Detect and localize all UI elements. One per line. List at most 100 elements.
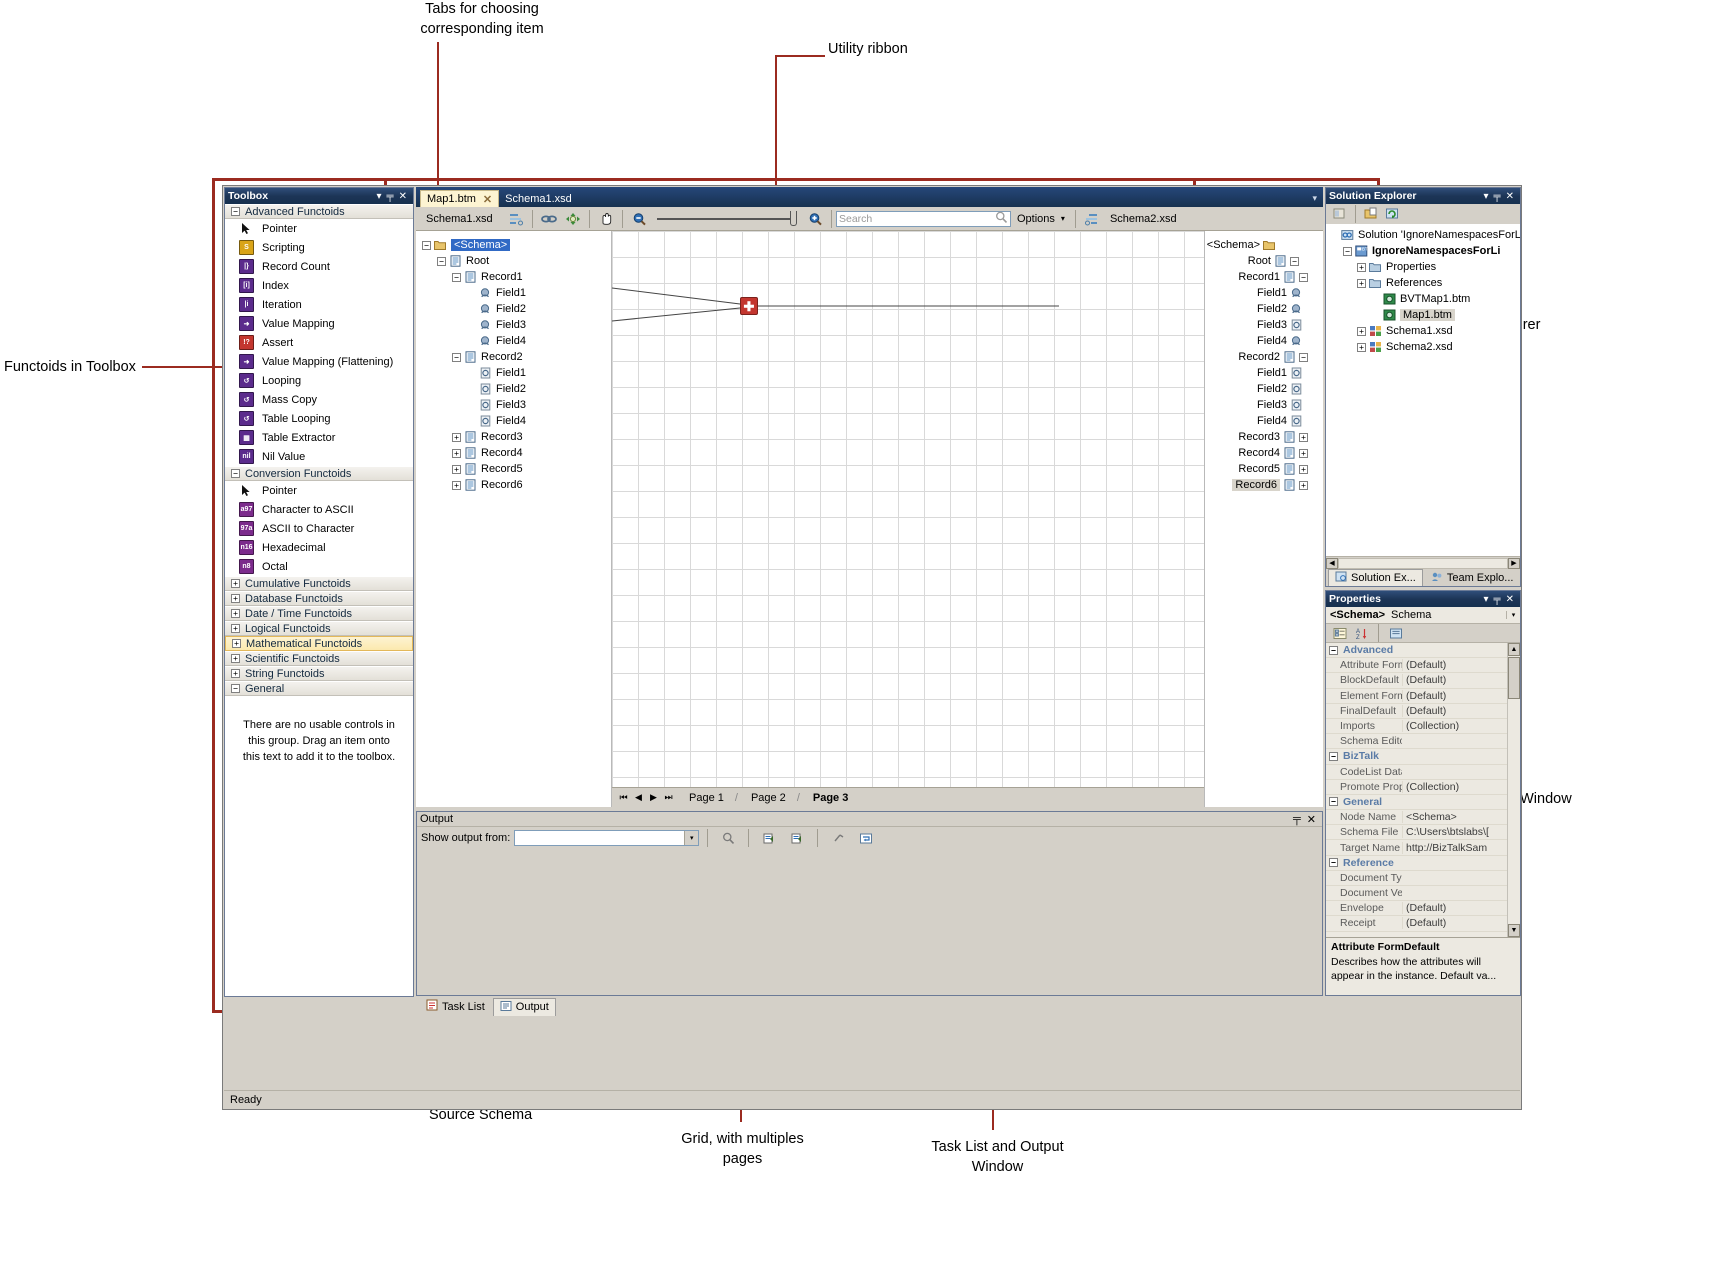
zoom-slider[interactable] bbox=[657, 218, 797, 220]
collapse-icon[interactable]: − bbox=[1329, 858, 1338, 867]
scroll-thumb[interactable] bbox=[1338, 558, 1508, 569]
close-icon[interactable]: ✕ bbox=[1506, 191, 1514, 202]
property-value[interactable]: <Schema> bbox=[1402, 811, 1520, 823]
destination-tree-node[interactable]: Field2 bbox=[1205, 301, 1317, 317]
source-tree-node[interactable]: Field2 bbox=[422, 381, 611, 397]
destination-tree-node[interactable]: Field3 bbox=[1205, 317, 1317, 333]
toolbox-item-value-mapping[interactable]: ➜Value Mapping bbox=[225, 314, 413, 333]
pin-icon[interactable]: ╤ bbox=[1494, 191, 1501, 202]
properties-icon[interactable] bbox=[1330, 206, 1349, 223]
property-value[interactable]: (Collection) bbox=[1402, 720, 1520, 732]
collapse-icon[interactable]: − bbox=[231, 469, 240, 478]
pin-icon[interactable]: ╤ bbox=[1293, 813, 1301, 826]
solution-explorer-hscrollbar[interactable]: ◀ ▶ bbox=[1326, 556, 1520, 569]
output-text-area[interactable] bbox=[417, 849, 1322, 995]
toolbox-category-date-time-functoids[interactable]: +Date / Time Functoids bbox=[225, 606, 413, 621]
scroll-down-arrow[interactable]: ▼ bbox=[1508, 924, 1520, 937]
collapse-icon[interactable]: − bbox=[1329, 646, 1338, 655]
solution-tree-node[interactable]: +Properties bbox=[1329, 259, 1520, 275]
toolbox-category-mathematical-functoids[interactable]: +Mathematical Functoids bbox=[225, 636, 413, 651]
refresh-icon[interactable] bbox=[1383, 206, 1402, 223]
toolbox-item-table-extractor[interactable]: ▦Table Extractor bbox=[225, 428, 413, 447]
solution-tree-node[interactable]: BVTMap1.btm bbox=[1329, 291, 1520, 307]
source-tree-node[interactable]: +Record4 bbox=[422, 445, 611, 461]
properties-row[interactable]: Target Namehttp://BizTalkSam bbox=[1326, 840, 1520, 855]
expand-icon[interactable]: + bbox=[231, 609, 240, 618]
properties-row[interactable]: CodeList Data bbox=[1326, 765, 1520, 780]
pin-icon[interactable]: ╤ bbox=[1494, 594, 1501, 605]
grid-preview-icon[interactable] bbox=[504, 209, 528, 229]
tab-task-list[interactable]: Task List bbox=[420, 998, 491, 1015]
property-value[interactable]: (Collection) bbox=[1402, 781, 1520, 793]
collapse-icon[interactable]: − bbox=[452, 353, 461, 362]
link-icon[interactable] bbox=[537, 209, 561, 229]
scroll-thumb[interactable] bbox=[1508, 657, 1520, 699]
collapse-icon[interactable]: − bbox=[231, 684, 240, 693]
close-icon[interactable]: ✕ bbox=[1506, 594, 1514, 605]
source-tree-node[interactable]: Field3 bbox=[422, 317, 611, 333]
source-tree-node[interactable]: +Record5 bbox=[422, 461, 611, 477]
property-value[interactable]: (Default) bbox=[1402, 690, 1520, 702]
properties-row[interactable]: Promote Prop(Collection) bbox=[1326, 780, 1520, 795]
expand-icon[interactable]: + bbox=[452, 465, 461, 474]
toolbox-item-ascii-to-character[interactable]: 97aASCII to Character bbox=[225, 519, 413, 538]
destination-tree-node[interactable]: Record2− bbox=[1205, 349, 1317, 365]
first-page-icon[interactable]: ⏮ bbox=[616, 792, 631, 803]
destination-tree-node[interactable]: Field1 bbox=[1205, 285, 1317, 301]
page-tab-page-2[interactable]: Page 2 bbox=[738, 790, 797, 806]
expand-icon[interactable]: + bbox=[452, 481, 461, 490]
source-tree-node[interactable]: +Record3 bbox=[422, 429, 611, 445]
toolbox-item-record-count[interactable]: |}Record Count bbox=[225, 257, 413, 276]
search-input[interactable]: Search bbox=[839, 213, 995, 225]
expand-icon[interactable]: + bbox=[1357, 327, 1366, 336]
source-tree-node[interactable]: −Record1 bbox=[422, 269, 611, 285]
solution-tree-node[interactable]: +Schema2.xsd bbox=[1329, 339, 1520, 355]
close-icon[interactable]: ✕ bbox=[483, 193, 492, 206]
destination-tree-node[interactable]: Record1− bbox=[1205, 269, 1317, 285]
collapse-icon[interactable]: − bbox=[1329, 752, 1338, 761]
scroll-up-arrow[interactable]: ▲ bbox=[1508, 643, 1520, 656]
relevance-icon[interactable] bbox=[561, 209, 585, 229]
previous-page-icon[interactable]: ◀ bbox=[631, 792, 646, 803]
show-all-files-icon[interactable] bbox=[1362, 206, 1381, 223]
expand-icon[interactable]: + bbox=[1299, 481, 1308, 490]
chevron-down-icon[interactable]: ▾ bbox=[1506, 611, 1520, 619]
toolbox-category-database-functoids[interactable]: +Database Functoids bbox=[225, 591, 413, 606]
tab-solution-explorer[interactable]: Solution Ex... bbox=[1328, 569, 1423, 586]
collapse-icon[interactable]: − bbox=[437, 257, 446, 266]
toolbox-category-scientific-functoids[interactable]: +Scientific Functoids bbox=[225, 651, 413, 666]
collapse-icon[interactable]: − bbox=[452, 273, 461, 282]
scroll-left-arrow[interactable]: ◀ bbox=[1326, 558, 1338, 569]
scroll-right-arrow[interactable]: ▶ bbox=[1508, 558, 1520, 569]
go-to-next-icon[interactable] bbox=[785, 828, 809, 848]
properties-row[interactable]: Schema Edito bbox=[1326, 734, 1520, 749]
property-pages-icon[interactable] bbox=[1386, 625, 1405, 642]
properties-row[interactable]: Imports(Collection) bbox=[1326, 719, 1520, 734]
pan-hand-icon[interactable] bbox=[594, 209, 618, 229]
expand-icon[interactable]: + bbox=[231, 594, 240, 603]
properties-row[interactable]: Envelope(Default) bbox=[1326, 901, 1520, 916]
source-tree-node[interactable]: Field2 bbox=[422, 301, 611, 317]
solution-tree-node[interactable]: Solution 'IgnoreNamespacesForLi bbox=[1329, 227, 1520, 243]
toolbox-item-character-to-ascii[interactable]: a97Character to ASCII bbox=[225, 500, 413, 519]
properties-object-select[interactable]: <Schema> Schema ▾ bbox=[1326, 607, 1520, 624]
property-value[interactable]: C:\Users\btslabs\[ bbox=[1402, 826, 1520, 838]
show-output-from-select[interactable]: ▾ bbox=[514, 830, 699, 846]
destination-tree-node[interactable]: Field3 bbox=[1205, 397, 1317, 413]
close-icon[interactable]: ✕ bbox=[1307, 813, 1316, 826]
expand-icon[interactable]: + bbox=[232, 639, 241, 648]
properties-row[interactable]: Attribute Form(Default) bbox=[1326, 658, 1520, 673]
destination-tree-node[interactable]: Field4 bbox=[1205, 333, 1317, 349]
destination-tree-node[interactable]: Field4 bbox=[1205, 413, 1317, 429]
expand-icon[interactable]: + bbox=[1299, 449, 1308, 458]
toolbox-list[interactable]: −Advanced FunctoidsPointerSScripting|}Re… bbox=[225, 204, 413, 996]
source-tree-node[interactable]: Field4 bbox=[422, 333, 611, 349]
destination-tree-node[interactable]: Field1 bbox=[1205, 365, 1317, 381]
properties-category[interactable]: −Reference bbox=[1326, 856, 1520, 871]
toolbox-item-pointer[interactable]: Pointer bbox=[225, 219, 413, 238]
tab-schema1-xsd[interactable]: Schema1.xsd bbox=[499, 190, 578, 207]
properties-row[interactable]: Schema File LC:\Users\btslabs\[ bbox=[1326, 825, 1520, 840]
toolbox-item-table-looping[interactable]: ↺Table Looping bbox=[225, 409, 413, 428]
source-tree-node[interactable]: −<Schema> bbox=[422, 237, 611, 253]
solution-tree-node[interactable]: Map1.btm bbox=[1329, 307, 1520, 323]
